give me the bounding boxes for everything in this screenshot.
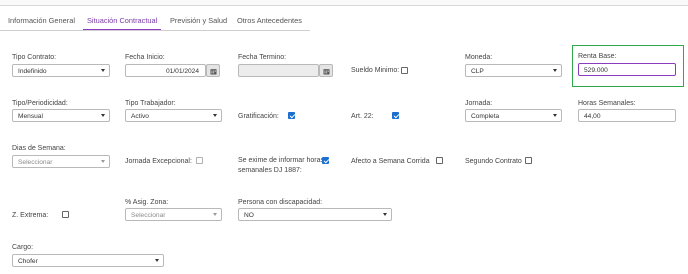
cargo-label: Cargo:: [12, 244, 34, 251]
jornada-value: Completa: [471, 112, 500, 120]
horas-semanales-label: Horas Semanales:: [578, 100, 636, 107]
afecto-semana-corrida-label: Afecto a Semana Corrida: [351, 158, 430, 165]
calendar-icon: [323, 68, 330, 74]
tab-otros-antecedentes[interactable]: Otros Antecedentes: [233, 14, 306, 30]
tab-prevision-salud[interactable]: Previsión y Salud: [166, 14, 231, 30]
tab-bar: Información General Situación Contractua…: [0, 12, 688, 30]
tipo-periodicidad-value: Mensual: [18, 112, 43, 120]
tipo-periodicidad-select[interactable]: Mensual: [12, 109, 110, 122]
afecto-semana-corrida-checkbox[interactable]: [436, 157, 443, 164]
chevron-down-icon: [383, 213, 387, 216]
fecha-inicio-calendar-button[interactable]: [206, 64, 220, 77]
persona-discapacidad-value: NO: [244, 211, 254, 219]
tipo-periodicidad-label: Tipo/Periodicidad:: [12, 100, 68, 107]
gratificacion-checkbox[interactable]: [288, 112, 295, 119]
moneda-label: Moneda:: [465, 54, 493, 61]
fecha-inicio-input[interactable]: 01/01/2024: [125, 64, 206, 77]
exime-informar-label-line1: Se exime de informar horas: [238, 157, 324, 164]
gratificacion-label: Gratificación:: [238, 113, 279, 120]
jornada-excepcional-label: Jornada Excepcional:: [125, 158, 192, 165]
tipo-contrato-select[interactable]: Indefinido: [12, 64, 110, 77]
chevron-down-icon: [101, 114, 105, 117]
art22-checkbox[interactable]: [392, 112, 399, 119]
asig-zona-select[interactable]: Seleccionar: [125, 208, 222, 221]
chevron-down-icon: [553, 114, 557, 117]
persona-discapacidad-label: Persona con discapacidad:: [238, 199, 323, 206]
renta-base-input[interactable]: 529.000: [578, 63, 676, 76]
chevron-down-icon: [101, 160, 105, 163]
tab-informacion-general[interactable]: Información General: [4, 14, 79, 30]
z-extrema-checkbox[interactable]: [62, 211, 69, 218]
tipo-trabajador-value: Activo: [131, 112, 149, 120]
tab-divider: [0, 30, 310, 31]
asig-zona-placeholder: Seleccionar: [131, 211, 166, 219]
chevron-down-icon: [213, 114, 217, 117]
cargo-select[interactable]: Chofer: [12, 254, 164, 267]
fecha-termino-calendar-button[interactable]: [319, 64, 333, 77]
calendar-icon: [210, 68, 217, 74]
fecha-inicio-label: Fecha Inicio:: [125, 54, 165, 61]
jornada-excepcional-checkbox[interactable]: [196, 157, 203, 164]
horas-semanales-input[interactable]: 44,00: [578, 109, 676, 122]
persona-discapacidad-select[interactable]: NO: [238, 208, 392, 221]
exime-informar-checkbox[interactable]: [322, 157, 329, 164]
fecha-termino-label: Fecha Termino:: [238, 54, 287, 61]
tipo-trabajador-label: Tipo Trabajador:: [125, 100, 176, 107]
renta-base-label: Renta Base:: [578, 53, 617, 60]
jornada-label: Jornada:: [465, 100, 493, 107]
sueldo-minimo-label: Sueldo Minimo:: [351, 67, 400, 74]
jornada-select[interactable]: Completa: [465, 109, 562, 122]
segundo-contrato-label: Segundo Contrato: [465, 158, 522, 165]
top-border: [0, 0, 688, 6]
chevron-down-icon: [155, 259, 159, 262]
asig-zona-label: % Asig. Zona:: [125, 199, 169, 206]
fecha-termino-input[interactable]: [238, 64, 319, 77]
dias-semana-label: Dias de Semana:: [12, 145, 66, 152]
art22-label: Art. 22:: [351, 113, 374, 120]
chevron-down-icon: [213, 213, 217, 216]
tipo-contrato-label: Tipo Contrato:: [12, 54, 57, 61]
cargo-value: Chofer: [18, 257, 38, 265]
dias-semana-placeholder: Seleccionar: [18, 158, 53, 166]
tipo-contrato-value: Indefinido: [18, 67, 47, 75]
segundo-contrato-checkbox[interactable]: [525, 157, 532, 164]
moneda-select[interactable]: CLP: [465, 64, 562, 77]
moneda-value: CLP: [471, 67, 484, 75]
tab-situacion-contractual[interactable]: Situación Contractual: [83, 14, 162, 30]
sueldo-minimo-checkbox[interactable]: [401, 67, 408, 74]
chevron-down-icon: [553, 69, 557, 72]
z-extrema-label: Z. Extrema:: [12, 212, 49, 219]
exime-informar-label-line2: semanales DJ 1887:: [238, 167, 302, 174]
tipo-trabajador-select[interactable]: Activo: [125, 109, 222, 122]
chevron-down-icon: [101, 69, 105, 72]
dias-semana-select[interactable]: Seleccionar: [12, 155, 110, 168]
